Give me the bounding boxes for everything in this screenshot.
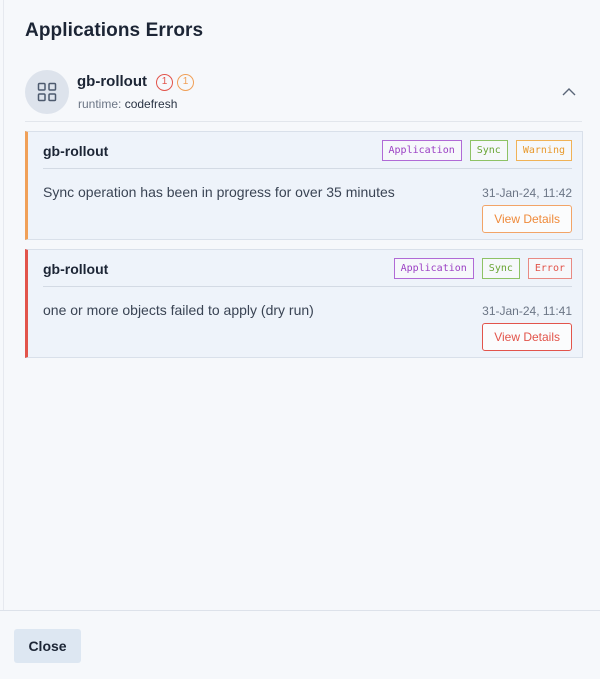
error-tag: Error <box>527 258 572 279</box>
app-header[interactable]: gb-rollout 1 1 runtime: codefresh <box>25 70 582 122</box>
error-count-badge: 1 <box>156 74 173 91</box>
warning-count-badge: 1 <box>177 74 194 91</box>
sync-tag: Sync <box>481 258 520 279</box>
tag-list: Application Sync Error <box>393 258 572 279</box>
card-title: gb-rollout <box>43 261 109 277</box>
grid-icon <box>37 82 57 102</box>
dialog-title: Applications Errors <box>25 20 204 41</box>
error-card: gb-rollout Application Sync Warning Sync… <box>25 131 583 240</box>
runtime-info: runtime: codefresh <box>78 97 177 111</box>
runtime-value: codefresh <box>124 97 178 111</box>
app-avatar <box>25 70 69 114</box>
errors-dialog: Applications Errors gb-rollout 1 1 runti… <box>3 0 598 679</box>
view-details-button[interactable]: View Details <box>482 205 572 233</box>
sync-tag: Sync <box>469 140 508 161</box>
application-tag: Application <box>381 140 462 161</box>
divider <box>43 168 572 169</box>
runtime-label: runtime: <box>78 97 122 111</box>
error-timestamp: 31-Jan-24, 11:42 <box>482 186 572 200</box>
app-name: gb-rollout <box>77 73 147 90</box>
chevron-up-icon[interactable] <box>561 84 577 100</box>
close-button[interactable]: Close <box>14 629 81 663</box>
card-title: gb-rollout <box>43 143 109 159</box>
divider <box>43 286 572 287</box>
error-card: gb-rollout Application Sync Error one or… <box>25 249 583 358</box>
tag-list: Application Sync Warning <box>381 140 572 161</box>
view-details-button[interactable]: View Details <box>482 323 572 351</box>
warning-tag: Warning <box>515 140 572 161</box>
error-timestamp: 31-Jan-24, 11:41 <box>482 304 572 318</box>
application-tag: Application <box>393 258 474 279</box>
dialog-footer: Close <box>0 610 600 679</box>
error-message: Sync operation has been in progress for … <box>43 184 395 200</box>
error-message: one or more objects failed to apply (dry… <box>43 302 314 318</box>
